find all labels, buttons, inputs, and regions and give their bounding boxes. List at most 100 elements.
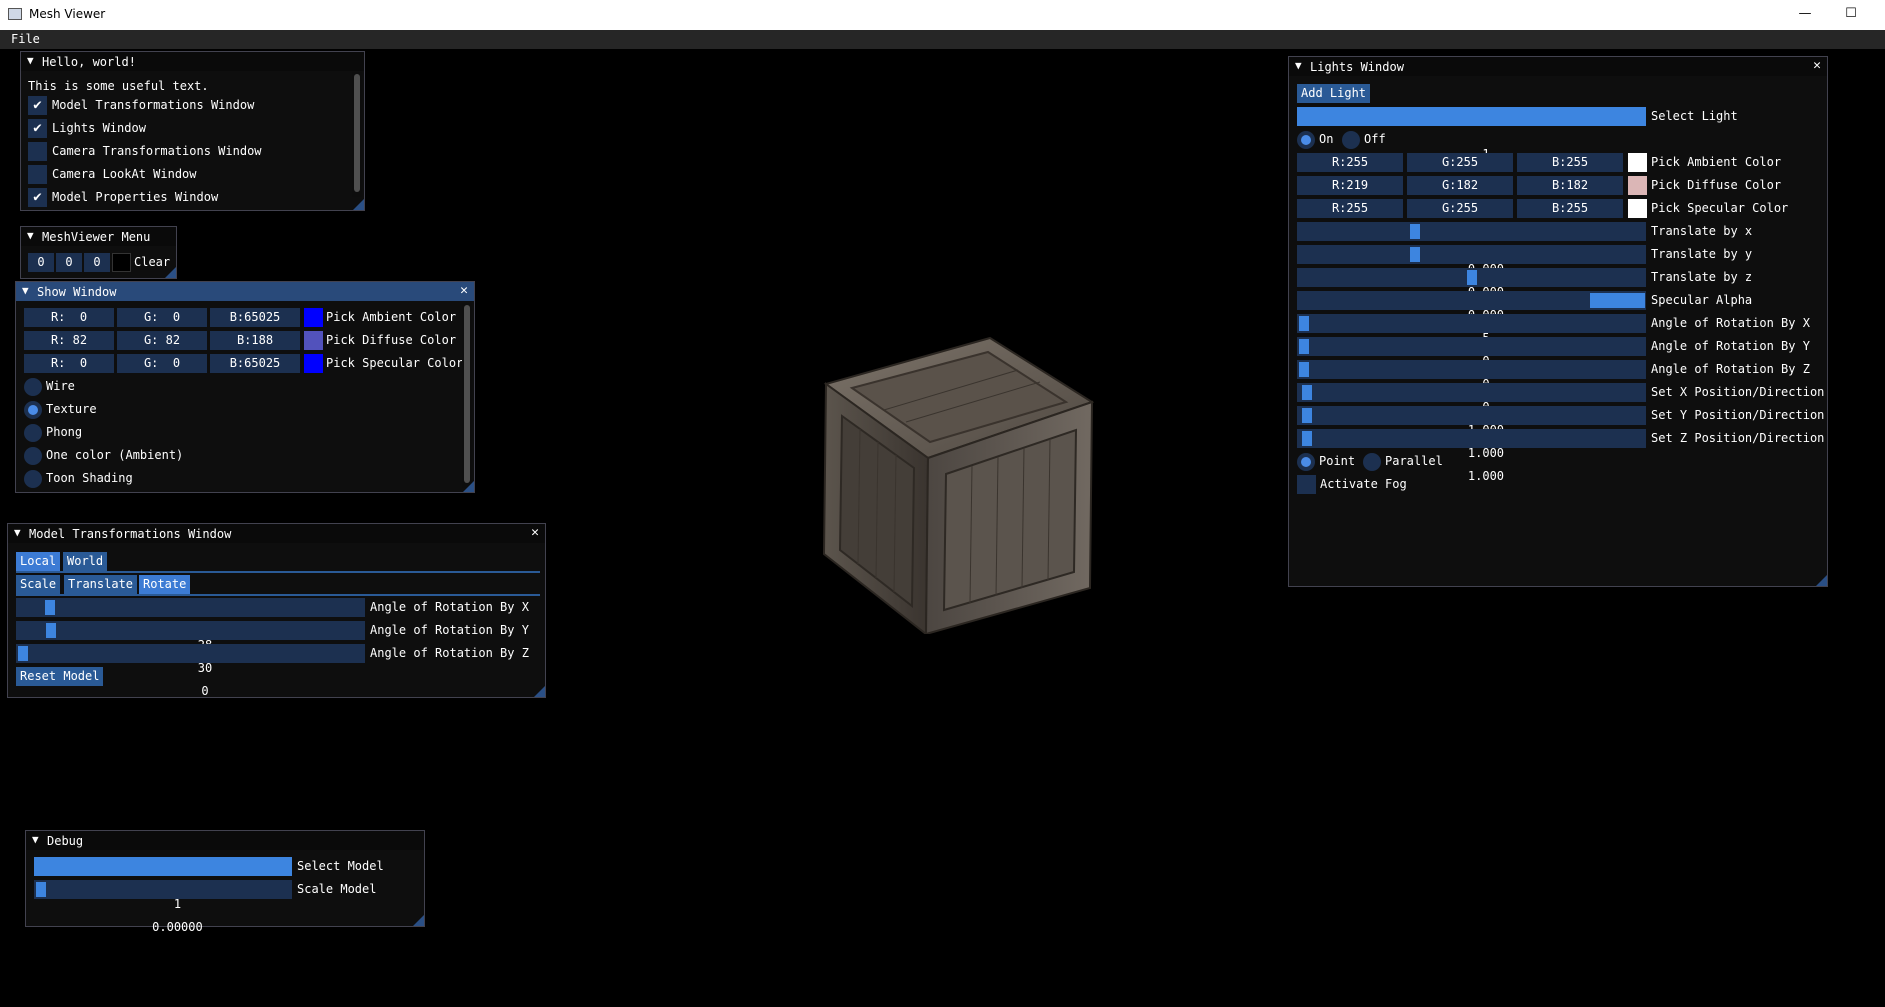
- bg-color-swatch[interactable]: [112, 253, 131, 272]
- translate-x-slider[interactable]: 0.000: [1297, 222, 1646, 276]
- collapse-arrow-icon[interactable]: ▼: [22, 284, 29, 297]
- slider-grab[interactable]: [1410, 247, 1420, 262]
- hello-titlebar[interactable]: ▼ Hello, world!: [21, 52, 364, 71]
- checkbox-model-transformations[interactable]: ✔: [28, 96, 47, 115]
- rotation-x-slider[interactable]: 28: [16, 598, 365, 652]
- light-rotation-z-slider[interactable]: 0: [1297, 360, 1646, 414]
- close-icon[interactable]: ✕: [531, 525, 539, 540]
- resize-grip[interactable]: [534, 686, 545, 697]
- slider-grab[interactable]: [1299, 339, 1309, 354]
- light-ambient-r-input[interactable]: R:255: [1297, 153, 1403, 172]
- slider-grab[interactable]: [1410, 224, 1420, 239]
- collapse-arrow-icon[interactable]: ▼: [14, 526, 21, 539]
- diffuse-r-input[interactable]: R: 82: [24, 331, 114, 350]
- menu-file[interactable]: File: [11, 32, 40, 46]
- meshviewer-titlebar[interactable]: ▼ MeshViewer Menu: [21, 227, 176, 246]
- light-specular-b-input[interactable]: B:255: [1517, 199, 1623, 218]
- radio-texture[interactable]: [24, 401, 42, 419]
- model-transformations-titlebar[interactable]: ▼ Model Transformations Window ✕: [8, 524, 545, 543]
- checkbox-camera-lookat[interactable]: [28, 165, 47, 184]
- light-ambient-b-input[interactable]: B:255: [1517, 153, 1623, 172]
- position-x-slider[interactable]: 1.000: [1297, 383, 1646, 437]
- slider-grab[interactable]: [36, 882, 46, 897]
- close-icon[interactable]: ✕: [460, 283, 468, 298]
- radio-phong[interactable]: [24, 424, 42, 442]
- show-scrollbar[interactable]: [462, 303, 472, 488]
- checkbox-model-properties[interactable]: ✔: [28, 188, 47, 207]
- position-z-slider[interactable]: 1.000: [1297, 429, 1646, 483]
- radio-toon-shading[interactable]: [24, 470, 42, 488]
- show-titlebar[interactable]: ▼ Show Window ✕: [16, 282, 474, 301]
- light-specular-g-input[interactable]: G:255: [1407, 199, 1513, 218]
- minimize-button[interactable]: —: [1794, 4, 1816, 24]
- checkbox-activate-fog[interactable]: [1297, 475, 1316, 494]
- rotation-z-slider[interactable]: 0: [16, 644, 365, 698]
- bg-b-input[interactable]: 0: [84, 253, 110, 272]
- radio-wire[interactable]: [24, 378, 42, 396]
- bg-g-input[interactable]: 0: [56, 253, 82, 272]
- diffuse-g-input[interactable]: G: 82: [117, 331, 207, 350]
- add-light-button[interactable]: Add Light: [1297, 84, 1371, 103]
- ambient-g-input[interactable]: G: 0: [117, 308, 207, 327]
- slider-grab[interactable]: [1302, 408, 1312, 423]
- specular-color-swatch[interactable]: [304, 354, 323, 373]
- position-y-slider[interactable]: 1.000: [1297, 406, 1646, 460]
- lights-titlebar[interactable]: ▼ Lights Window ✕: [1289, 57, 1827, 76]
- collapse-arrow-icon[interactable]: ▼: [1295, 59, 1302, 72]
- checkbox-camera-transformations[interactable]: [28, 142, 47, 161]
- collapse-arrow-icon[interactable]: ▼: [32, 833, 39, 846]
- ambient-r-input[interactable]: R: 0: [24, 308, 114, 327]
- light-diffuse-g-input[interactable]: G:182: [1407, 176, 1513, 195]
- select-model-slider[interactable]: 1: [34, 857, 292, 911]
- light-rotation-x-slider[interactable]: 0: [1297, 314, 1646, 368]
- scale-model-slider[interactable]: 0.00000: [34, 880, 292, 934]
- tab-translate[interactable]: Translate: [64, 575, 138, 594]
- slider-grab[interactable]: [46, 623, 56, 638]
- resize-grip[interactable]: [1816, 575, 1827, 586]
- resize-grip[interactable]: [413, 915, 424, 926]
- radio-light-off[interactable]: [1342, 131, 1360, 149]
- slider-grab[interactable]: [1467, 270, 1477, 285]
- radio-light-on[interactable]: [1297, 131, 1315, 149]
- slider-grab[interactable]: [1302, 431, 1312, 446]
- resize-grip[interactable]: [165, 267, 176, 278]
- slider-grab[interactable]: [1299, 316, 1309, 331]
- resize-grip[interactable]: [353, 199, 364, 210]
- rotation-y-slider[interactable]: 30: [16, 621, 365, 675]
- light-diffuse-b-input[interactable]: B:182: [1517, 176, 1623, 195]
- resize-grip[interactable]: [463, 481, 474, 492]
- tab-scale[interactable]: Scale: [16, 575, 61, 594]
- hello-scrollbar[interactable]: [352, 72, 362, 197]
- ambient-b-input[interactable]: B:65025: [210, 308, 300, 327]
- debug-titlebar[interactable]: ▼ Debug: [26, 831, 424, 850]
- diffuse-color-swatch[interactable]: [304, 331, 323, 350]
- slider-grab[interactable]: [1590, 293, 1645, 308]
- bg-r-input[interactable]: 0: [28, 253, 54, 272]
- reset-model-button[interactable]: Reset Model: [16, 667, 104, 686]
- light-diffuse-swatch[interactable]: [1628, 176, 1647, 195]
- radio-point-light[interactable]: [1297, 453, 1315, 471]
- checkbox-lights-window[interactable]: ✔: [28, 119, 47, 138]
- slider-grab[interactable]: [18, 646, 28, 661]
- light-rotation-y-slider[interactable]: 0: [1297, 337, 1646, 391]
- light-specular-swatch[interactable]: [1628, 199, 1647, 218]
- select-light-slider[interactable]: 1: [1297, 107, 1646, 161]
- light-ambient-g-input[interactable]: G:255: [1407, 153, 1513, 172]
- maximize-button[interactable]: ☐: [1840, 4, 1862, 24]
- collapse-arrow-icon[interactable]: ▼: [27, 54, 34, 67]
- slider-grab[interactable]: [1299, 362, 1309, 377]
- tab-local[interactable]: Local: [16, 552, 61, 571]
- specular-g-input[interactable]: G: 0: [117, 354, 207, 373]
- specular-b-input[interactable]: B:65025: [210, 354, 300, 373]
- diffuse-b-input[interactable]: B:188: [210, 331, 300, 350]
- slider-grab[interactable]: [1302, 385, 1312, 400]
- close-icon[interactable]: ✕: [1813, 58, 1821, 73]
- light-diffuse-r-input[interactable]: R:219: [1297, 176, 1403, 195]
- tab-world[interactable]: World: [63, 552, 108, 571]
- light-specular-r-input[interactable]: R:255: [1297, 199, 1403, 218]
- radio-parallel-light[interactable]: [1363, 453, 1381, 471]
- translate-y-slider[interactable]: 0.000: [1297, 245, 1646, 299]
- radio-one-color[interactable]: [24, 447, 42, 465]
- tab-rotate[interactable]: Rotate: [139, 575, 191, 594]
- collapse-arrow-icon[interactable]: ▼: [27, 229, 34, 242]
